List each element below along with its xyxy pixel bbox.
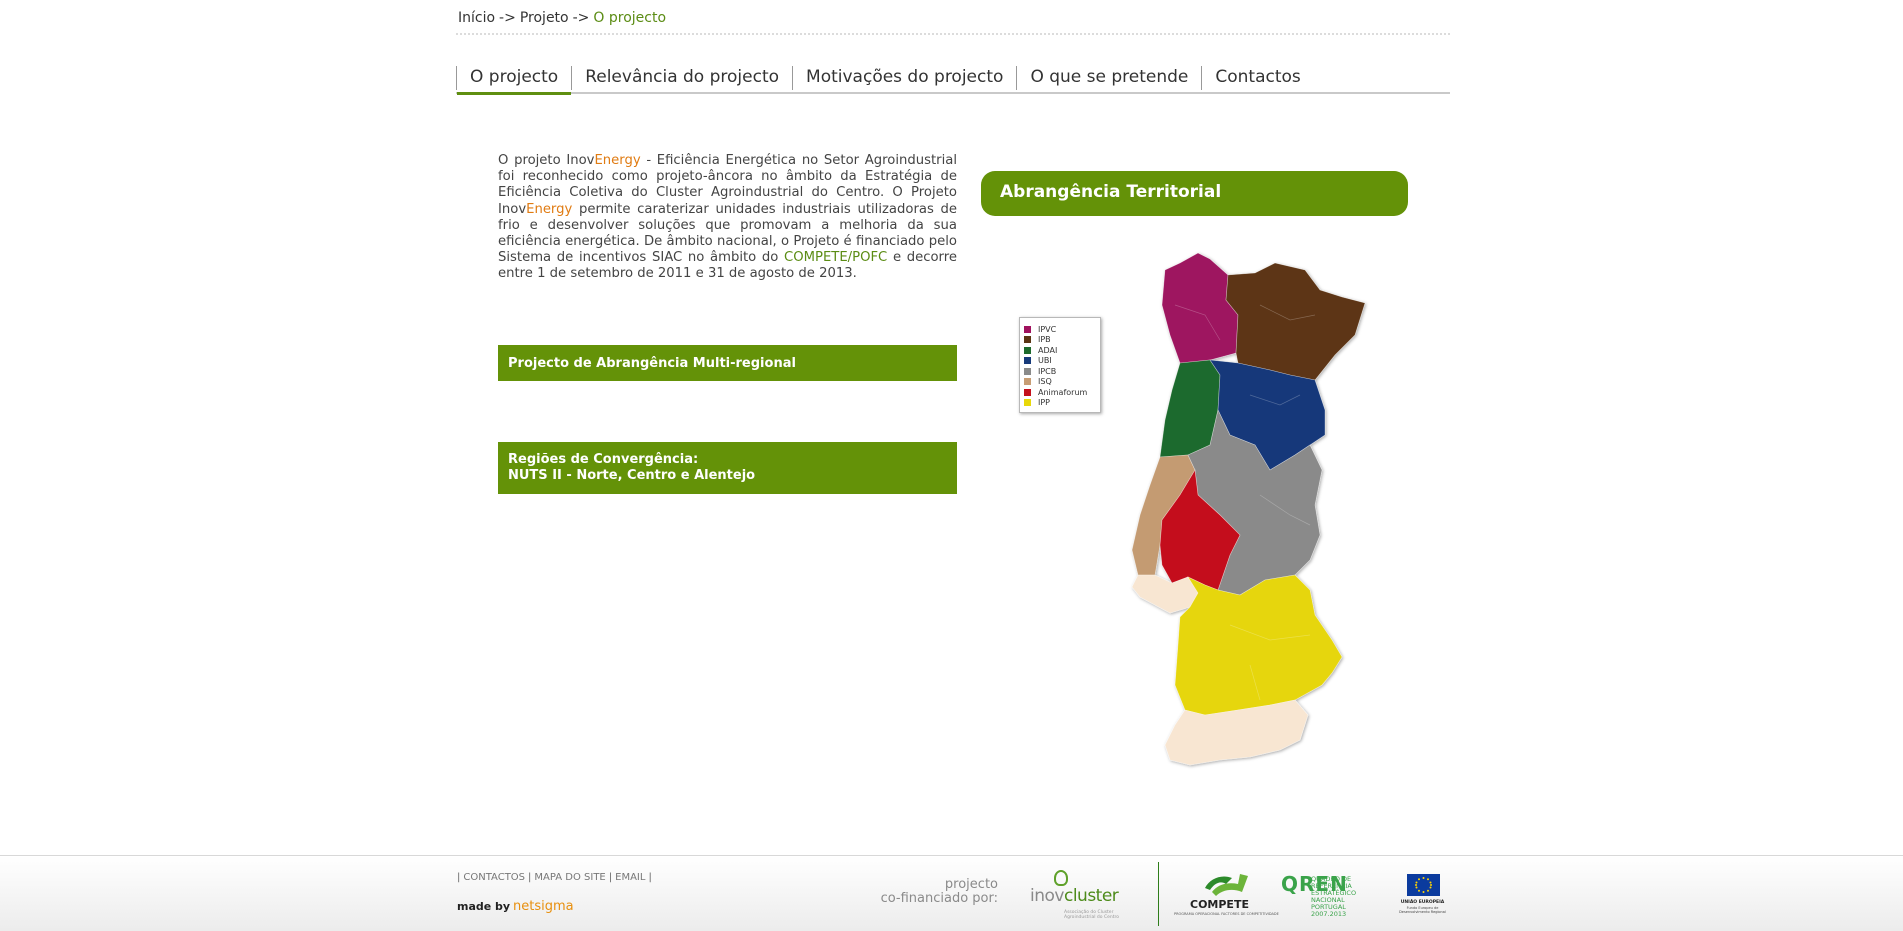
intro-text: O projeto Inov	[498, 153, 595, 168]
compete-flag-icon	[1205, 874, 1248, 896]
legend-item: IPB	[1024, 335, 1100, 346]
legend-swatch	[1024, 388, 1031, 396]
map-legend: IPVC IPB ADAI UBI IPCB ISQ Animaforum IP…	[1019, 317, 1101, 413]
breadcrumb-home[interactable]: Início	[458, 10, 495, 26]
multiregional-box: Projecto de Abrangência Multi-regional	[498, 345, 957, 381]
convergence-regions: NUTS II - Norte, Centro e Alentejo	[508, 468, 756, 483]
multiregional-label: Projecto de Abrangência Multi-regional	[508, 355, 796, 371]
legend-item: IPP	[1024, 398, 1100, 409]
leaf-icon	[1054, 870, 1068, 886]
cluster-text: cluster	[1063, 886, 1119, 906]
tab-o-que-se-pretende[interactable]: O que se pretende	[1016, 66, 1201, 90]
eu-flag-icon	[1407, 874, 1440, 896]
legend-swatch	[1024, 336, 1031, 344]
breadcrumb: Início -> Projeto -> O projecto	[458, 10, 666, 26]
legend-label: ISQ	[1038, 377, 1052, 387]
convergence-title: Regiões de Convergência:	[508, 452, 699, 467]
eu-logo[interactable]: UNIÃO EUROPEIA Fundo Europeu de Desenvol…	[1395, 874, 1450, 918]
cofinanced-line: co-financiado por:	[880, 891, 998, 906]
tab-contactos[interactable]: Contactos	[1201, 66, 1313, 90]
breadcrumb-separator: ->	[499, 10, 516, 26]
qren-wordmark: QREN	[1281, 872, 1348, 896]
legend-item: ADAI	[1024, 345, 1100, 356]
legend-label: UBI	[1038, 356, 1052, 366]
compete-logo[interactable]: COMPETE PROGRAMA OPERACIONAL FACTORES DE…	[1160, 870, 1279, 920]
legend-item: Animaforum	[1024, 387, 1100, 398]
legend-swatch	[1024, 367, 1031, 375]
page-footer: | CONTACTOS | MAPA DO SITE | EMAIL | mad…	[0, 855, 1903, 931]
project-tabs: O projecto Relevância do projecto Motiva…	[456, 66, 1450, 95]
inovcluster-wordmark: inovcluster	[1030, 886, 1119, 906]
tab-relevancia[interactable]: Relevância do projecto	[571, 66, 792, 90]
made-by-label: made by	[457, 900, 511, 913]
portugal-regions-map	[1131, 252, 1366, 766]
legend-item: IPCB	[1024, 366, 1100, 377]
footer-link-contactos[interactable]: CONTACTOS	[463, 872, 525, 883]
qren-subtitle: QUADRO DE REFERÊNCIA ESTRATÉGICO NACIONA…	[1311, 875, 1357, 918]
footer-link-email[interactable]: EMAIL	[615, 872, 645, 883]
breadcrumb-projeto[interactable]: Projeto	[520, 10, 569, 26]
compete-wordmark: COMPETE	[1190, 898, 1249, 911]
region-lisboa	[1131, 574, 1199, 614]
pipe-separator: |	[528, 872, 532, 883]
dotted-divider	[456, 33, 1450, 35]
cofinanced-label: projecto co-financiado por:	[870, 878, 998, 906]
netsigma-link[interactable]: netsigma	[513, 899, 574, 914]
qren-logo[interactable]: QREN QUADRO DE REFERÊNCIA ESTRATÉGICO NA…	[1281, 872, 1381, 918]
eu-title: UNIÃO EUROPEIA	[1400, 900, 1445, 905]
inovcluster-logo[interactable]: inovcluster Associação do Cluster Agroin…	[1030, 870, 1130, 920]
cofinanced-line: projecto	[944, 877, 998, 892]
legend-label: IPB	[1038, 335, 1051, 345]
compete-subtitle: PROGRAMA OPERACIONAL FACTORES DE COMPETI…	[1174, 912, 1279, 916]
legend-label: IPCB	[1038, 366, 1057, 376]
footer-link-mapa-do-site[interactable]: MAPA DO SITE	[534, 872, 605, 883]
legend-swatch	[1024, 357, 1031, 365]
footer-divider	[1158, 862, 1159, 926]
legend-label: IPP	[1038, 398, 1051, 408]
legend-label: Animaforum	[1038, 387, 1088, 397]
legend-label: ADAI	[1038, 345, 1058, 355]
compete-link[interactable]: COMPETE/POFC	[784, 250, 887, 265]
territorial-title: Abrangência Territorial	[1000, 182, 1222, 202]
region-ipb	[1225, 262, 1366, 381]
inovcluster-subtitle: Associação do Cluster Agroindustrial do …	[1064, 910, 1119, 920]
energy-highlight: Energy	[526, 201, 573, 217]
legend-swatch	[1024, 325, 1031, 333]
region-ipvc	[1161, 252, 1239, 364]
legend-swatch	[1024, 378, 1031, 386]
legend-item: ISQ	[1024, 377, 1100, 388]
footer-links: | CONTACTOS | MAPA DO SITE | EMAIL |	[457, 872, 652, 883]
legend-label: IPVC	[1038, 324, 1057, 334]
energy-highlight: Energy	[594, 153, 641, 168]
eu-subtitle: Fundo Europeu de Desenvolvimento Regiona…	[1399, 906, 1446, 914]
pipe-separator: |	[608, 872, 613, 883]
breadcrumb-separator: ->	[572, 10, 590, 26]
legend-swatch	[1024, 346, 1031, 354]
pipe-separator: |	[457, 872, 461, 883]
intro-paragraph: O projeto InovEnergy - Eficiência Energé…	[498, 153, 957, 283]
inov-text: inov	[1030, 886, 1064, 906]
tab-motivacoes[interactable]: Motivações do projecto	[792, 66, 1016, 90]
breadcrumb-current: O projecto	[593, 10, 667, 26]
tab-o-projecto[interactable]: O projecto	[456, 66, 572, 95]
territorial-header: Abrangência Territorial	[981, 171, 1408, 216]
legend-item: IPVC	[1024, 324, 1100, 335]
convergence-box: Regiões de Convergência: NUTS II - Norte…	[498, 442, 957, 494]
pipe-separator: |	[648, 872, 652, 883]
legend-swatch	[1024, 399, 1031, 407]
legend-item: UBI	[1024, 356, 1100, 367]
